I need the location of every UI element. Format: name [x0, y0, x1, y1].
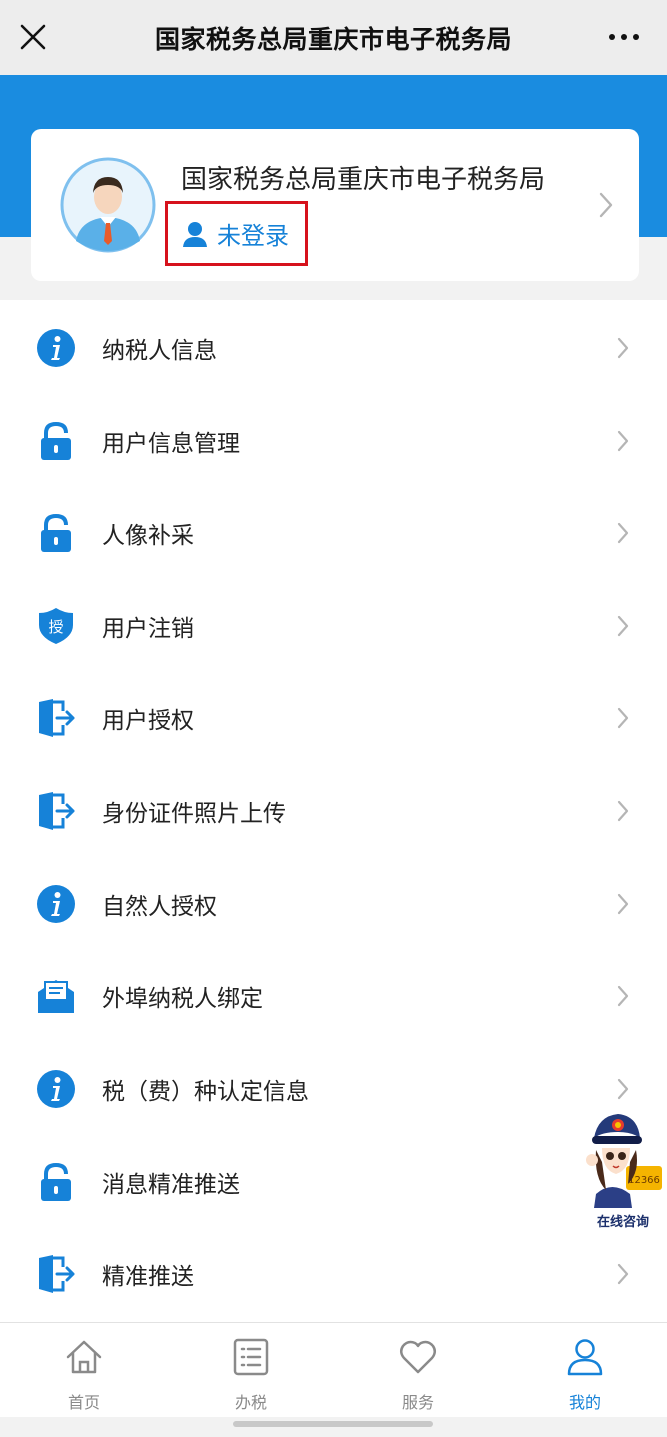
chevron-right-icon [617, 522, 629, 544]
info-icon [37, 329, 75, 367]
tab-label: 首页 [67, 1393, 100, 1412]
chevron-right-icon [617, 985, 629, 1007]
more-icon[interactable] [609, 34, 639, 40]
home-indicator [233, 1421, 433, 1427]
svg-text:授: 授 [48, 618, 63, 636]
menu-item-label: 精准推送 [102, 1264, 194, 1290]
chevron-right-icon [617, 800, 629, 822]
avatar [60, 157, 156, 253]
shield-icon: 授 [39, 608, 73, 644]
menu-item-out-of-town-taxpayer-binding[interactable]: 外埠纳税人绑定 [0, 950, 667, 1042]
chevron-right-icon [617, 1078, 629, 1100]
login-status-label: 未登录 [217, 222, 289, 250]
bottom-tab-bar: 首页 办税 服务 我的 [0, 1322, 667, 1417]
menu-item-label: 用户注销 [102, 616, 194, 642]
lock-icon [41, 1162, 71, 1201]
menu-item-user-deregistration[interactable]: 授 用户注销 [0, 580, 667, 672]
profile-title: 国家税务总局重庆市电子税务局 [181, 165, 546, 195]
list-icon [233, 1338, 269, 1376]
lock-icon [41, 421, 71, 460]
menu-item-tax-type-determination[interactable]: 税（费）种认定信息 [0, 1043, 667, 1135]
door-exit-icon [39, 792, 75, 830]
chevron-right-icon [599, 192, 613, 218]
menu-item-user-authorization[interactable]: 用户授权 [0, 672, 667, 764]
close-icon[interactable] [16, 20, 50, 54]
page-title: 国家税务总局重庆市电子税务局 [154, 24, 512, 54]
heart-icon [400, 1340, 436, 1374]
door-exit-icon [39, 699, 75, 737]
tab-mine[interactable]: 我的 [525, 1323, 645, 1418]
user-icon [183, 221, 207, 247]
info-icon [37, 1070, 75, 1108]
chevron-right-icon [617, 337, 629, 359]
menu-list: 纳税人信息 用户信息管理 人像补采 授 用户注销 用户授权 身份证件照片上传 自… [0, 300, 667, 1322]
menu-item-id-photo-upload[interactable]: 身份证件照片上传 [0, 765, 667, 857]
menu-item-user-info-management[interactable]: 用户信息管理 [0, 395, 667, 487]
menu-item-label: 人像补采 [102, 523, 194, 549]
chevron-right-icon [617, 430, 629, 452]
top-bar: 国家税务总局重庆市电子税务局 [0, 0, 667, 75]
chevron-right-icon [617, 707, 629, 729]
tab-tax-handling[interactable]: 办税 [191, 1323, 311, 1418]
svg-text:在线咨询: 在线咨询 [597, 1214, 649, 1230]
tab-services[interactable]: 服务 [358, 1323, 478, 1418]
tab-home[interactable]: 首页 [24, 1323, 144, 1418]
info-icon [37, 885, 75, 923]
user-icon [567, 1339, 603, 1376]
menu-item-label: 纳税人信息 [102, 338, 217, 364]
menu-item-label: 税（费）种认定信息 [102, 1079, 309, 1105]
chevron-right-icon [617, 893, 629, 915]
menu-item-precise-push[interactable]: 精准推送 [0, 1228, 667, 1320]
login-status-button[interactable]: 未登录 [165, 201, 308, 266]
menu-item-taxpayer-info[interactable]: 纳税人信息 [0, 302, 667, 394]
tab-label: 我的 [568, 1393, 601, 1412]
online-consult-mascot[interactable]: 12366 在线咨询 [582, 1108, 664, 1233]
menu-item-label: 身份证件照片上传 [102, 801, 286, 827]
lock-icon [41, 513, 71, 552]
menu-item-natural-person-authorization[interactable]: 自然人授权 [0, 858, 667, 950]
home-icon [66, 1340, 102, 1374]
tab-label: 办税 [234, 1393, 267, 1412]
menu-item-label: 外埠纳税人绑定 [102, 986, 263, 1012]
menu-item-label: 自然人授权 [102, 894, 217, 920]
chevron-right-icon [617, 615, 629, 637]
menu-item-message-precise-push[interactable]: 消息精准推送 [0, 1136, 667, 1228]
menu-item-portrait-capture[interactable]: 人像补采 [0, 487, 667, 579]
mail-icon [38, 980, 74, 1013]
profile-card[interactable]: 国家税务总局重庆市电子税务局 未登录 [31, 129, 639, 281]
door-exit-icon [39, 1255, 75, 1293]
menu-item-label: 用户授权 [102, 708, 194, 734]
tab-label: 服务 [401, 1393, 434, 1412]
menu-item-label: 消息精准推送 [102, 1172, 240, 1198]
menu-item-label: 用户信息管理 [102, 431, 240, 457]
chevron-right-icon [617, 1263, 629, 1285]
